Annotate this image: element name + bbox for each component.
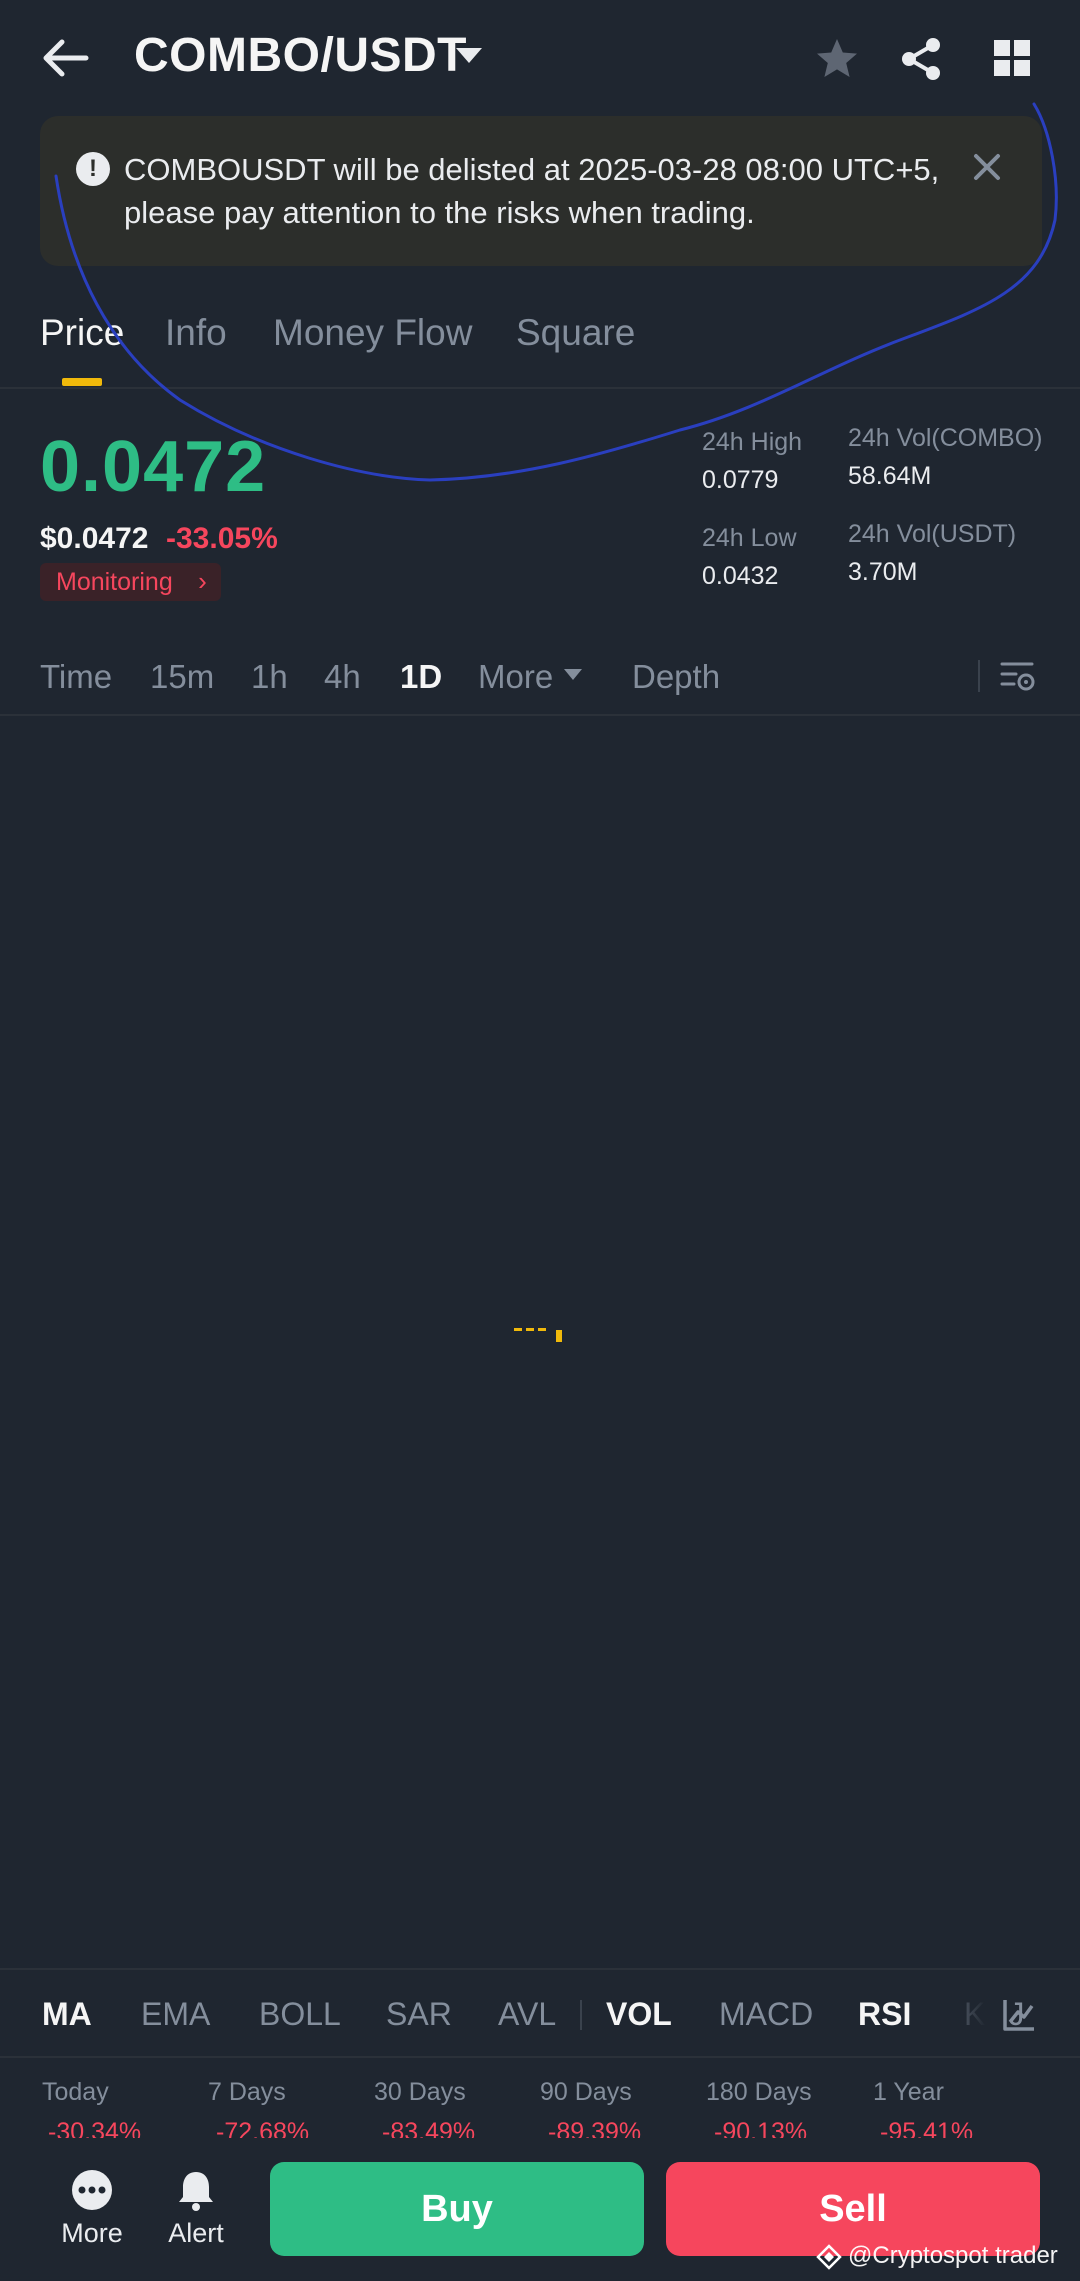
scroll-fade [930, 1978, 1010, 2048]
perf-label-180d: 180 Days [706, 2078, 812, 2106]
perf-label-7d: 7 Days [208, 2078, 286, 2106]
caret-down-icon[interactable] [456, 48, 482, 63]
high-label: 24h High [702, 428, 803, 456]
chart-settings-icon[interactable] [998, 656, 1036, 694]
indicator-vol[interactable]: VOL [606, 1996, 672, 2033]
indicator-settings-icon[interactable] [1000, 1996, 1038, 2034]
more-dots-icon[interactable] [70, 2168, 114, 2212]
separator [580, 2000, 582, 2030]
tab-info[interactable]: Info [165, 312, 227, 354]
watermark-logo-icon [816, 2244, 842, 2270]
indicator-ma[interactable]: MA [42, 1996, 92, 2033]
star-icon[interactable] [814, 36, 860, 82]
back-arrow-icon[interactable] [40, 36, 90, 80]
interval-15m[interactable]: 15m [150, 658, 214, 696]
perf-value-180d: -90.13% [714, 2118, 808, 2138]
notice-text: COMBOUSDT will be delisted at 2025-03-28… [124, 152, 940, 230]
more-label[interactable]: More [52, 2218, 132, 2249]
buy-button[interactable]: Buy [270, 2162, 644, 2256]
vol-quote-label: 24h Vol(USDT) [848, 520, 1017, 548]
high-value: 0.0779 [702, 466, 779, 494]
indicator-ema[interactable]: EMA [141, 1996, 210, 2033]
indicator-avl[interactable]: AVL [498, 1996, 556, 2033]
interval-time[interactable]: Time [40, 658, 112, 696]
divider [0, 1968, 1080, 1970]
performance-values: -30.34% -72.68% -83.49% -89.39% -90.13% … [0, 2118, 1080, 2138]
perf-value-today: -30.34% [48, 2118, 142, 2138]
perf-label-90d: 90 Days [540, 2078, 632, 2106]
interval-depth[interactable]: Depth [632, 658, 720, 696]
chevron-right-icon: › [198, 566, 207, 596]
watermark-text: @Cryptospot trader [848, 2242, 1058, 2269]
interval-more[interactable]: More [478, 658, 553, 696]
monitoring-tag[interactable]: Monitoring › [40, 563, 221, 601]
indicator-rsi[interactable]: RSI [858, 1996, 911, 2033]
close-icon[interactable] [970, 150, 1004, 184]
tab-square[interactable]: Square [516, 312, 635, 354]
perf-value-30d: -83.49% [382, 2118, 476, 2138]
active-tab-indicator [62, 378, 102, 386]
divider [0, 387, 1080, 389]
share-icon[interactable] [898, 36, 944, 82]
top-header: COMBO/USDT [0, 0, 1080, 118]
perf-value-90d: -89.39% [548, 2118, 642, 2138]
pair-title[interactable]: COMBO/USDT [134, 28, 467, 83]
bell-icon[interactable] [174, 2168, 218, 2212]
loading-spinner-icon [514, 1328, 562, 1342]
perf-label-today: Today [42, 2078, 109, 2106]
monitoring-label: Monitoring [56, 568, 173, 596]
caret-down-icon [564, 669, 582, 680]
low-value: 0.0432 [702, 562, 779, 590]
grid-icon[interactable] [992, 38, 1032, 78]
divider [0, 2056, 1080, 2058]
low-label: 24h Low [702, 524, 797, 552]
price-change-percent: -33.05% [166, 522, 278, 555]
delisting-notice: ! COMBOUSDT will be delisted at 2025-03-… [40, 116, 1042, 266]
alert-label[interactable]: Alert [156, 2218, 236, 2249]
perf-label-1y: 1 Year [873, 2078, 944, 2106]
interval-1h[interactable]: 1h [251, 658, 288, 696]
interval-1d[interactable]: 1D [400, 658, 442, 696]
indicator-sar[interactable]: SAR [386, 1996, 452, 2033]
tab-price[interactable]: Price [40, 312, 124, 354]
vol-base-value: 58.64M [848, 462, 932, 490]
interval-4h[interactable]: 4h [324, 658, 361, 696]
indicator-macd[interactable]: MACD [719, 1996, 813, 2033]
indicator-boll[interactable]: BOLL [259, 1996, 341, 2033]
last-price: 0.0472 [40, 427, 267, 507]
separator [978, 660, 980, 692]
perf-label-30d: 30 Days [374, 2078, 466, 2106]
perf-value-7d: -72.68% [216, 2118, 310, 2138]
tab-money-flow[interactable]: Money Flow [273, 312, 472, 354]
exclamation-icon: ! [76, 152, 110, 186]
market-detail-screen: COMBO/USDT ! COMBOUSDT will be delisted … [0, 0, 1080, 2281]
vol-quote-value: 3.70M [848, 558, 918, 586]
vol-base-label: 24h Vol(COMBO) [848, 424, 1043, 452]
usd-price: $0.0472 [40, 522, 149, 555]
perf-value-1y: -95.41% [880, 2118, 974, 2138]
